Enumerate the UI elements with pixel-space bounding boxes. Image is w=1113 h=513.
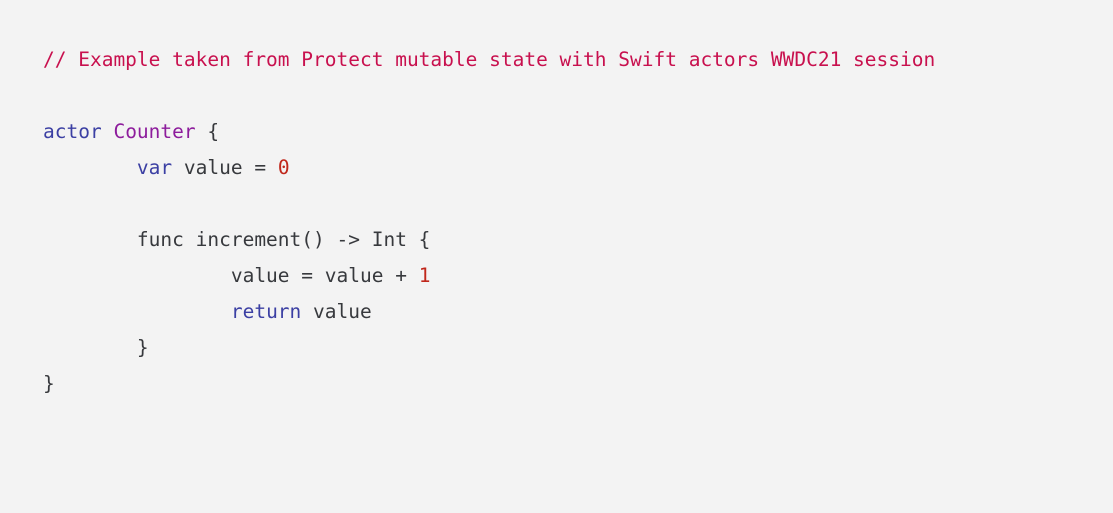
code-token-comment: // Example taken from Protect mutable st…: [43, 48, 936, 71]
code-token-keyword: actor: [43, 120, 102, 143]
code-line: value = value + 1: [43, 258, 935, 294]
code-line: return value: [43, 294, 935, 330]
code-token-type: Counter: [113, 120, 196, 143]
code-token-plain: value =: [172, 156, 278, 179]
code-token-keyword: return: [230, 300, 302, 323]
code-line: func increment() -> Int {: [43, 222, 935, 258]
code-line: }: [43, 330, 935, 366]
code-token-plain: }: [43, 336, 149, 359]
code-token-number: 1: [418, 264, 431, 287]
code-line: }: [43, 366, 935, 402]
code-token-number: 0: [277, 156, 290, 179]
code-line: var value = 0: [43, 150, 935, 186]
code-token-plain: {: [195, 120, 220, 143]
code-token-plain: value = value +: [43, 264, 419, 287]
code-token-plain: value: [301, 300, 372, 323]
code-token-plain: }: [43, 372, 55, 395]
code-token-keyword: var: [136, 156, 173, 179]
code-line: actor Counter {: [43, 114, 935, 150]
code-token-plain: func increment() -> Int {: [43, 228, 431, 251]
code-line: // Example taken from Protect mutable st…: [43, 42, 935, 78]
code-block: // Example taken from Protect mutable st…: [43, 42, 935, 402]
